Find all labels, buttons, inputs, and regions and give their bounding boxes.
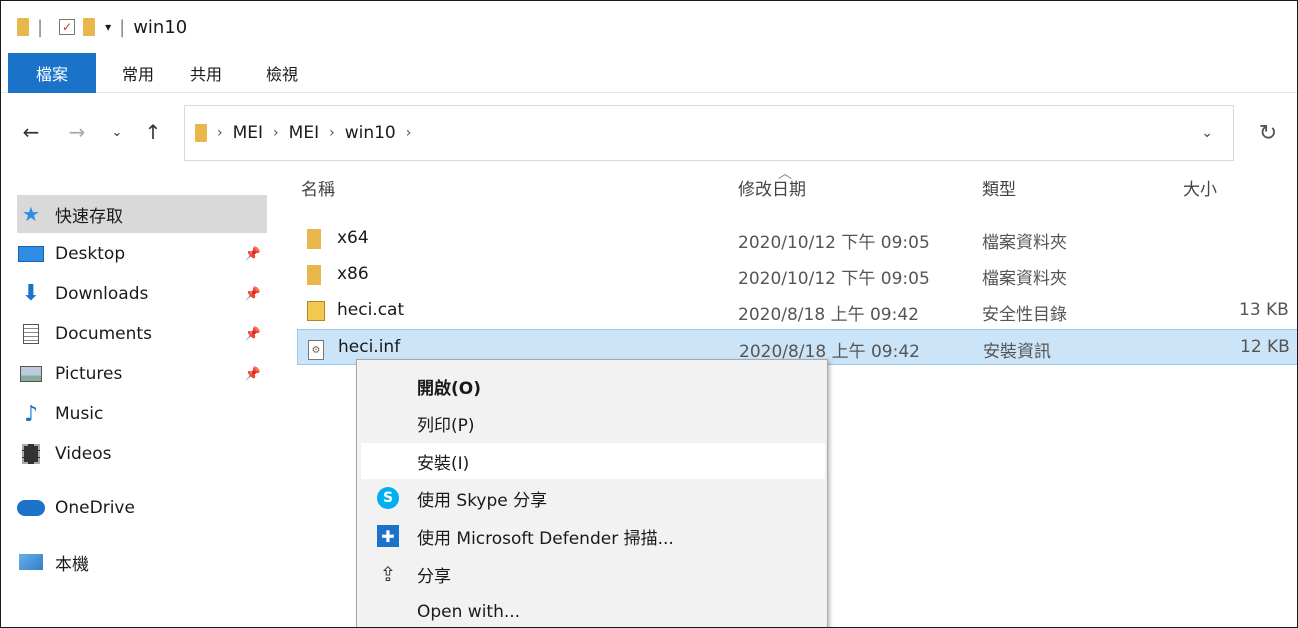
menu-item-open[interactable]: 開啟(O) [361,368,825,404]
ribbon-tabs: 檔案 常用 共用 檢視 [1,52,1297,93]
file-row[interactable]: heci.cat 2020/8/18 上午 09:42 安全性目錄 13 KB [297,293,1297,329]
menu-item-open-with[interactable]: Open with... [361,594,825,627]
quick-access-dropdown-icon[interactable]: ▾ [105,20,111,34]
skype-icon: S [377,487,399,509]
menu-item-skype-share[interactable]: S 使用 Skype 分享 [361,480,825,516]
menu-item-install[interactable]: 安裝(I) [361,443,825,479]
folder-icon [195,124,207,142]
sidebar-item-videos[interactable]: Videos [17,435,267,473]
document-icon [23,324,39,344]
file-name: x86 [337,264,369,284]
address-dropdown-chevron-icon[interactable]: ⌄ [1201,125,1213,141]
sidebar-item-downloads[interactable]: ⬇ Downloads 📌 [17,275,267,313]
back-arrow-icon[interactable]: ← [17,120,45,144]
file-date: 2020/8/18 上午 09:42 [738,305,919,325]
file-type: 檔案資料夾 [982,233,1067,253]
column-header-type[interactable]: 類型 [982,175,1016,200]
navigation-pane: ★ 快速存取 Desktop 📌 ⬇ Downloads 📌 Documents… [1,171,271,627]
cloud-icon [17,500,45,516]
pin-icon[interactable]: 📌 [245,287,261,302]
sidebar-item-onedrive[interactable]: OneDrive [17,489,267,527]
column-header-date[interactable]: 修改日期 [738,175,806,200]
sidebar-item-music[interactable]: ♪ Music [17,395,267,433]
sidebar-item-desktop[interactable]: Desktop 📌 [17,235,267,273]
share-icon: ⇪ [379,562,397,586]
sidebar-item-quick-access[interactable]: ★ 快速存取 [17,195,267,233]
window-title: win10 [133,16,188,38]
file-date: 2020/10/12 下午 09:05 [738,233,930,253]
breadcrumb-item[interactable]: win10 [345,123,396,143]
properties-checkbox-icon[interactable]: ✓ [59,19,76,35]
computer-icon [19,554,43,570]
pin-icon[interactable]: 📌 [245,327,261,342]
pin-icon[interactable]: 📌 [245,247,261,262]
folder-icon [307,229,321,249]
download-arrow-icon: ⬇ [21,281,41,306]
menu-item-share[interactable]: ⇪ 分享 [361,556,825,592]
up-arrow-icon[interactable]: ↑ [139,120,167,144]
title-bar: | ✓ ▾ | win10 [1,1,1297,53]
tab-view[interactable]: 檢視 [248,53,316,93]
address-row: ← → ⌄ ↑ › MEI › MEI › win10 › ⌄ ↻ [1,101,1297,163]
setup-info-file-icon: ⚙ [308,340,324,360]
column-header-name[interactable]: 名稱 [301,175,335,200]
context-menu: 開啟(O) 列印(P) 安裝(I) S 使用 Skype 分享 ✚ 使用 Mic… [356,359,828,627]
catalog-file-icon [307,301,325,321]
tab-file[interactable]: 檔案 [8,52,96,93]
address-bar[interactable]: › MEI › MEI › win10 › ⌄ [184,105,1234,161]
film-icon [22,444,40,464]
explorer-window: | ✓ ▾ | win10 檔案 常用 共用 檢視 ← → ⌄ ↑ › MEI … [0,0,1298,628]
breadcrumb-item[interactable]: MEI [233,123,263,143]
file-name: heci.cat [337,300,405,320]
pictures-icon [20,366,42,382]
refresh-icon[interactable]: ↻ [1241,105,1295,161]
folder-icon [307,265,321,285]
file-row[interactable]: x64 2020/10/12 下午 09:05 檔案資料夾 [297,221,1297,257]
file-name: x64 [337,228,369,248]
recent-locations-chevron-icon[interactable]: ⌄ [103,125,131,140]
new-folder-icon[interactable] [83,18,96,36]
desktop-icon [18,246,44,262]
file-type: 安全性目錄 [982,305,1067,325]
sidebar-item-this-pc[interactable]: 本機 [17,543,267,581]
menu-item-defender-scan[interactable]: ✚ 使用 Microsoft Defender 掃描... [361,518,825,554]
pin-icon[interactable]: 📌 [245,367,261,382]
star-icon: ★ [22,202,40,226]
file-row[interactable]: x86 2020/10/12 下午 09:05 檔案資料夾 [297,257,1297,293]
file-size: 12 KB [1240,337,1290,357]
file-name: heci.inf [338,337,401,357]
sidebar-item-documents[interactable]: Documents 📌 [17,315,267,353]
file-size: 13 KB [1239,300,1289,320]
file-type: 安裝資訊 [983,342,1051,362]
column-headers: ︿ 名稱 修改日期 類型 大小 [271,166,1297,209]
tab-share[interactable]: 共用 [172,53,240,93]
music-note-icon: ♪ [23,401,39,427]
folder-icon [17,18,29,36]
column-header-size[interactable]: 大小 [1183,175,1217,200]
file-date: 2020/10/12 下午 09:05 [738,269,930,289]
file-type: 檔案資料夾 [982,269,1067,289]
tab-home[interactable]: 常用 [104,53,172,93]
shield-icon: ✚ [377,525,399,547]
breadcrumb-item[interactable]: MEI [289,123,319,143]
menu-item-print[interactable]: 列印(P) [361,405,825,441]
forward-arrow-icon[interactable]: → [63,120,91,144]
sidebar-item-pictures[interactable]: Pictures 📌 [17,355,267,393]
